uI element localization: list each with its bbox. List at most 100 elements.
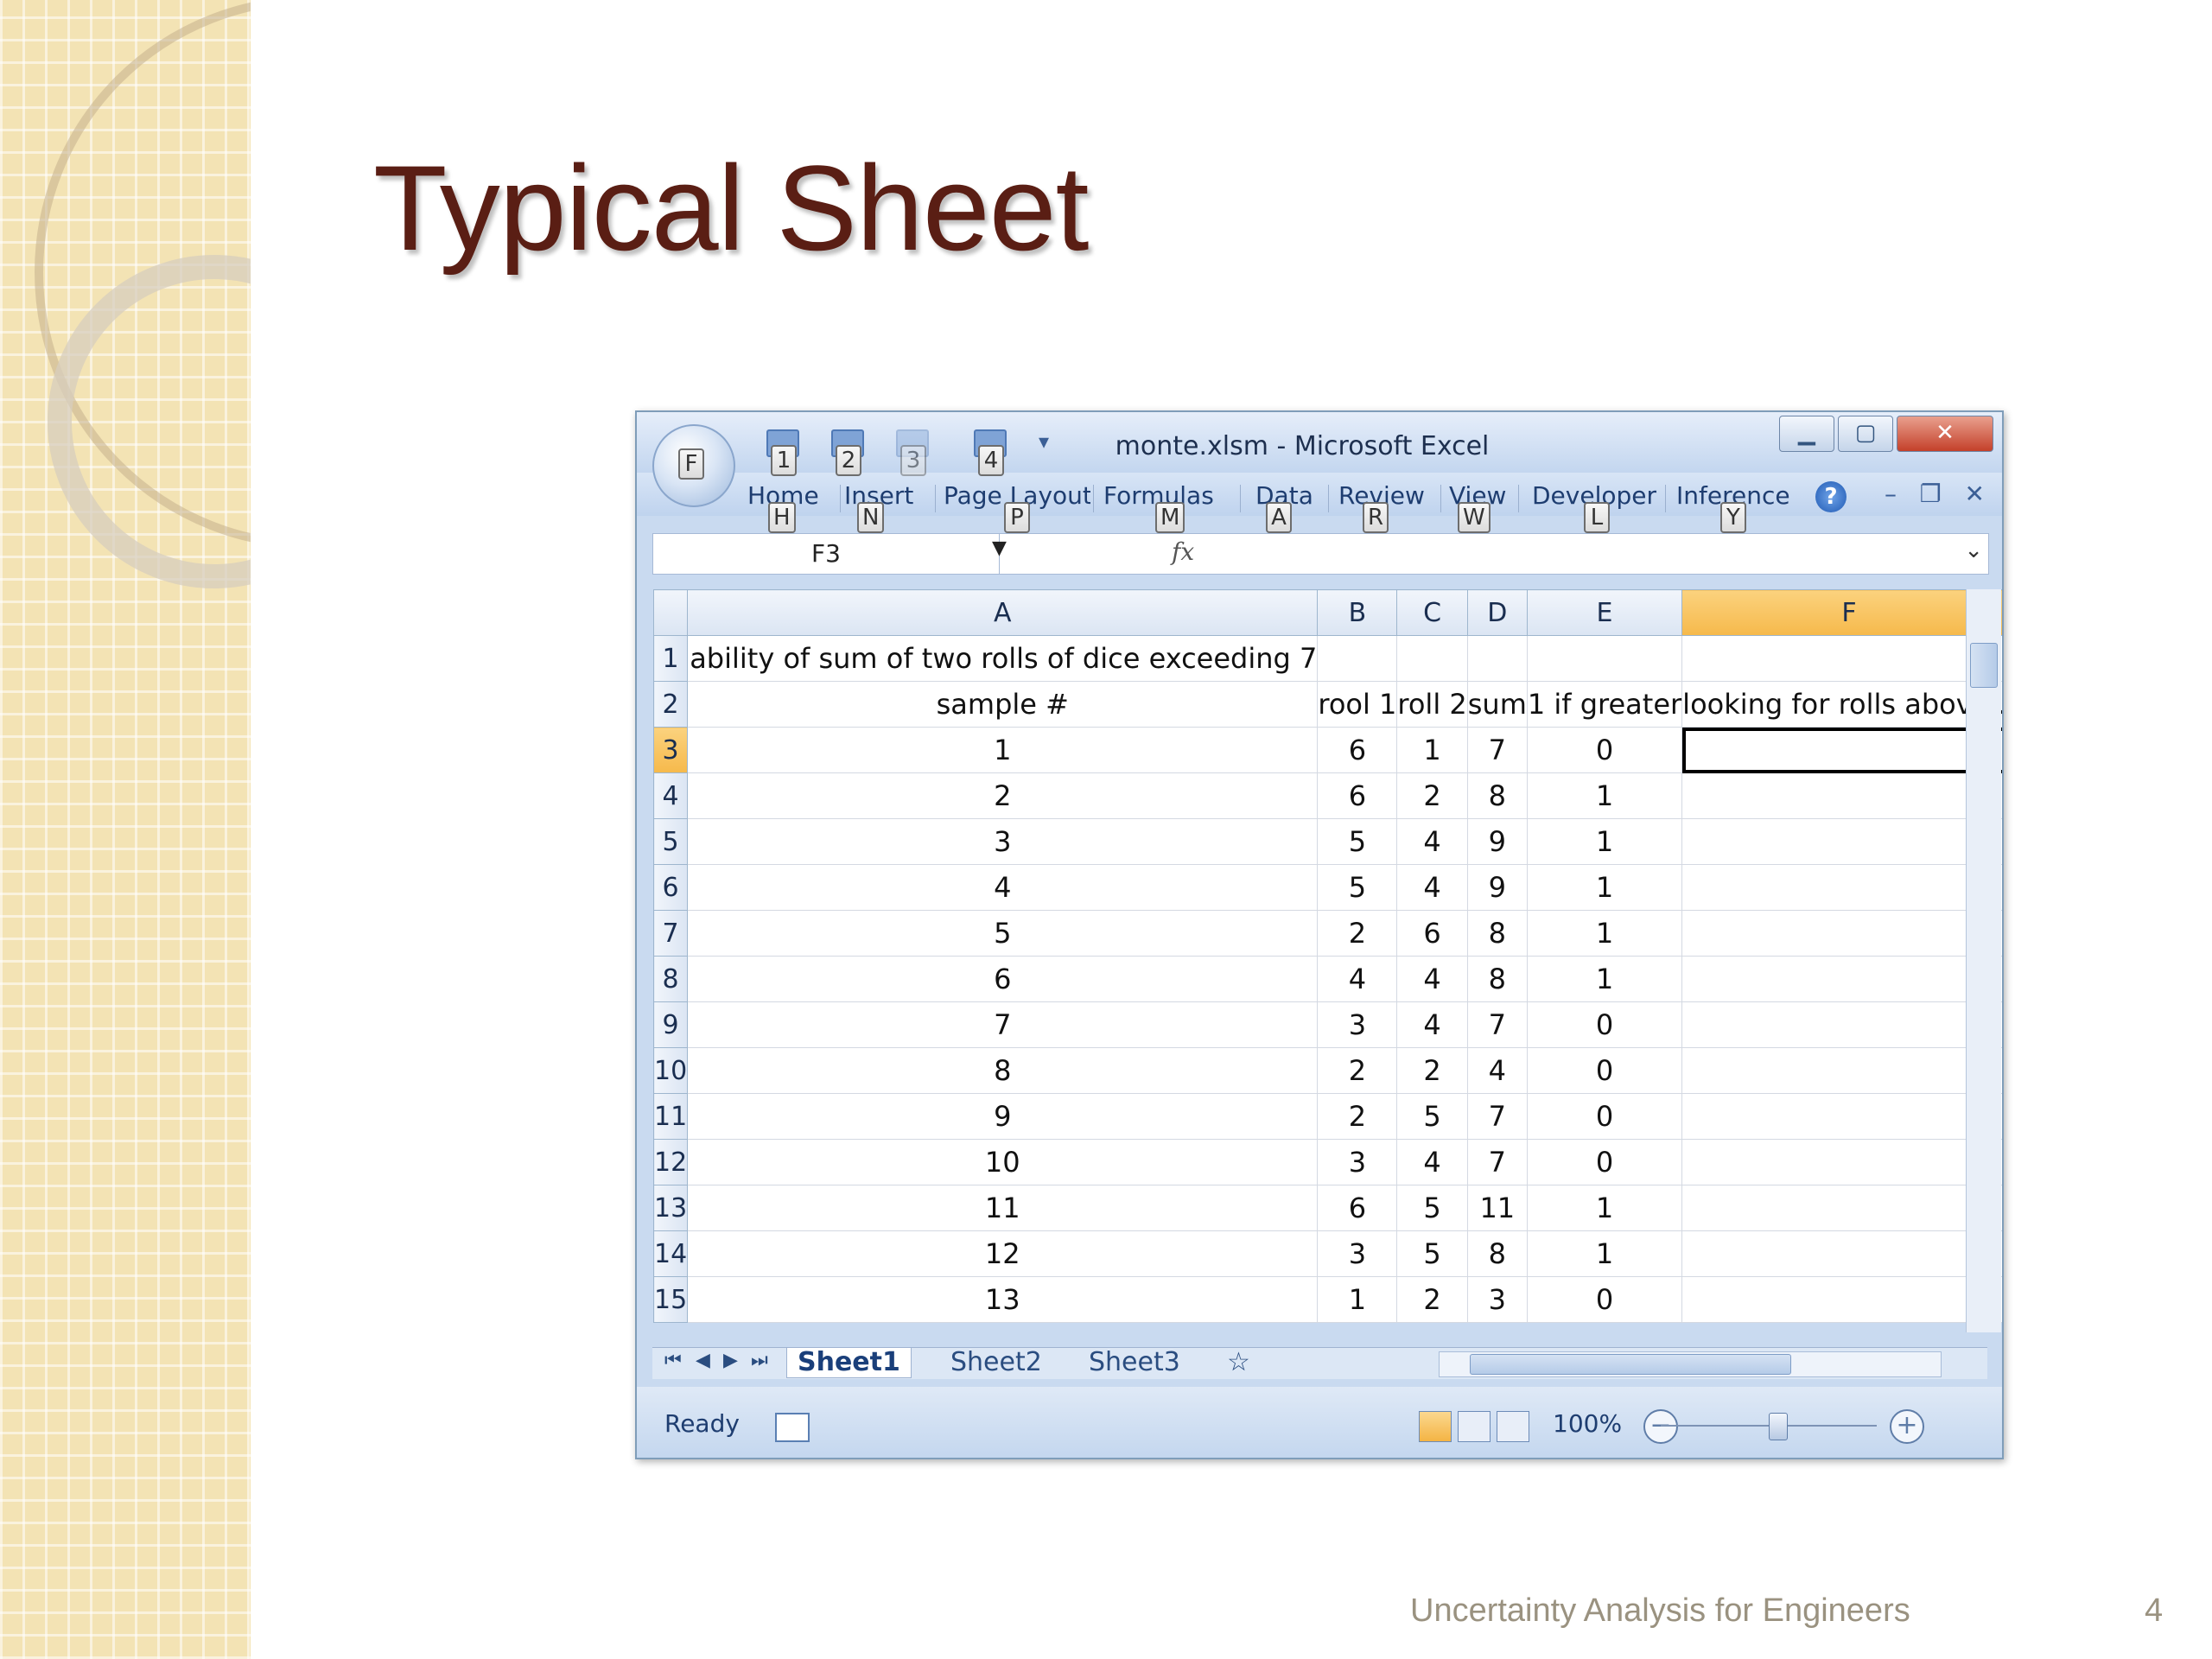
cell-d12[interactable]: 7: [1466, 1139, 1528, 1185]
cell-f14[interactable]: [1681, 1230, 2002, 1277]
cell-c14[interactable]: 5: [1396, 1230, 1468, 1277]
help-icon[interactable]: ?: [1815, 481, 1847, 512]
cell-f15[interactable]: [1681, 1276, 2002, 1323]
cell-d14[interactable]: 8: [1466, 1230, 1528, 1277]
sheet-tab-sheet2[interactable]: Sheet2: [950, 1348, 1042, 1377]
macro-recording-icon[interactable]: [775, 1413, 810, 1442]
cell-b10[interactable]: 2: [1317, 1047, 1398, 1094]
cell-b7[interactable]: 2: [1317, 910, 1398, 957]
cell-c3[interactable]: 1: [1396, 727, 1468, 773]
cell-d4[interactable]: 8: [1466, 772, 1528, 819]
cell-a10[interactable]: 8: [687, 1047, 1319, 1094]
column-header-d[interactable]: D: [1466, 589, 1528, 636]
select-all-corner[interactable]: [652, 589, 689, 636]
cell-e9[interactable]: 0: [1526, 1001, 1683, 1048]
cell-c12[interactable]: 4: [1396, 1139, 1468, 1185]
cell-e5[interactable]: 1: [1526, 818, 1683, 865]
column-header-c[interactable]: C: [1396, 589, 1468, 636]
expand-formula-bar-icon[interactable]: ⌄: [1964, 537, 1983, 563]
cell-d6[interactable]: 9: [1466, 864, 1528, 911]
minimize-icon[interactable]: ▁: [1779, 416, 1834, 452]
cell-c9[interactable]: 4: [1396, 1001, 1468, 1048]
cell-f8[interactable]: [1681, 956, 2002, 1002]
cell-d1[interactable]: [1466, 635, 1528, 682]
sheet-nav-prev-icon[interactable]: ◀: [696, 1350, 710, 1371]
cell-c6[interactable]: 4: [1396, 864, 1468, 911]
row-header[interactable]: 15: [652, 1276, 689, 1323]
cell-e7[interactable]: 1: [1526, 910, 1683, 957]
row-header[interactable]: 14: [652, 1230, 689, 1277]
cell-a4[interactable]: 2: [687, 772, 1319, 819]
cell-a2[interactable]: sample #: [687, 681, 1319, 728]
sheet-nav-next-icon[interactable]: ▶: [723, 1350, 738, 1371]
cell-b9[interactable]: 3: [1317, 1001, 1398, 1048]
column-header-f[interactable]: F: [1681, 589, 2002, 636]
cell-d5[interactable]: 9: [1466, 818, 1528, 865]
cell-a12[interactable]: 10: [687, 1139, 1319, 1185]
cell-e1[interactable]: [1526, 635, 1683, 682]
maximize-icon[interactable]: ▢: [1838, 416, 1893, 452]
cell-a5[interactable]: 3: [687, 818, 1319, 865]
cell-e10[interactable]: 0: [1526, 1047, 1683, 1094]
cell-f11[interactable]: [1681, 1093, 2002, 1140]
cell-a14[interactable]: 12: [687, 1230, 1319, 1277]
cell-f1[interactable]: [1681, 635, 2002, 682]
insert-function-icon[interactable]: fx: [1172, 537, 1194, 566]
cell-f5[interactable]: [1681, 818, 2002, 865]
cell-e14[interactable]: 1: [1526, 1230, 1683, 1277]
insert-sheet-icon[interactable]: ☆: [1227, 1348, 1250, 1377]
row-header[interactable]: 13: [652, 1185, 689, 1231]
cell-f2[interactable]: looking for rolls above...: [1681, 681, 2002, 728]
row-header[interactable]: 3: [652, 727, 689, 773]
name-box-dropdown-icon[interactable]: ▼: [992, 537, 1007, 559]
column-header-a[interactable]: A: [687, 589, 1319, 636]
cell-f9[interactable]: [1681, 1001, 2002, 1048]
horizontal-scrollbar[interactable]: [1439, 1351, 1942, 1377]
name-box[interactable]: F3: [653, 534, 1000, 574]
cell-c13[interactable]: 5: [1396, 1185, 1468, 1231]
cell-f4[interactable]: [1681, 772, 2002, 819]
vertical-scroll-thumb[interactable]: [1970, 643, 1998, 688]
cell-c2[interactable]: roll 2: [1396, 681, 1468, 728]
cell-b1[interactable]: [1317, 635, 1398, 682]
page-layout-view-icon[interactable]: [1458, 1411, 1491, 1442]
cell-e3[interactable]: 0: [1526, 727, 1683, 773]
cell-e11[interactable]: 0: [1526, 1093, 1683, 1140]
cell-c8[interactable]: 4: [1396, 956, 1468, 1002]
cell-f3[interactable]: [1681, 727, 2002, 773]
cell-b5[interactable]: 5: [1317, 818, 1398, 865]
horizontal-scroll-thumb[interactable]: [1470, 1354, 1791, 1375]
row-header[interactable]: 8: [652, 956, 689, 1002]
sheet-tab-sheet1[interactable]: Sheet1: [786, 1348, 912, 1378]
cell-e15[interactable]: 0: [1526, 1276, 1683, 1323]
normal-view-icon[interactable]: [1419, 1411, 1452, 1442]
cell-e6[interactable]: 1: [1526, 864, 1683, 911]
cell-d11[interactable]: 7: [1466, 1093, 1528, 1140]
cell-c15[interactable]: 2: [1396, 1276, 1468, 1323]
cell-b8[interactable]: 4: [1317, 956, 1398, 1002]
row-header[interactable]: 7: [652, 910, 689, 957]
cell-d2[interactable]: sum: [1466, 681, 1528, 728]
cell-e13[interactable]: 1: [1526, 1185, 1683, 1231]
cell-c4[interactable]: 2: [1396, 772, 1468, 819]
zoom-in-button[interactable]: +: [1890, 1409, 1924, 1444]
column-header-b[interactable]: B: [1317, 589, 1398, 636]
cell-f7[interactable]: [1681, 910, 2002, 957]
cell-d10[interactable]: 4: [1466, 1047, 1528, 1094]
cell-b2[interactable]: rool 1: [1317, 681, 1398, 728]
row-header[interactable]: 9: [652, 1001, 689, 1048]
row-header[interactable]: 1: [652, 635, 689, 682]
column-header-e[interactable]: E: [1526, 589, 1683, 636]
row-header[interactable]: 11: [652, 1093, 689, 1140]
sheet-tab-sheet3[interactable]: Sheet3: [1089, 1348, 1180, 1377]
cell-e4[interactable]: 1: [1526, 772, 1683, 819]
cell-d8[interactable]: 8: [1466, 956, 1528, 1002]
cell-d3[interactable]: 7: [1466, 727, 1528, 773]
row-header[interactable]: 12: [652, 1139, 689, 1185]
cell-b4[interactable]: 6: [1317, 772, 1398, 819]
row-header[interactable]: 2: [652, 681, 689, 728]
cell-e8[interactable]: 1: [1526, 956, 1683, 1002]
page-break-preview-icon[interactable]: [1497, 1411, 1529, 1442]
cell-a11[interactable]: 9: [687, 1093, 1319, 1140]
cell-d7[interactable]: 8: [1466, 910, 1528, 957]
